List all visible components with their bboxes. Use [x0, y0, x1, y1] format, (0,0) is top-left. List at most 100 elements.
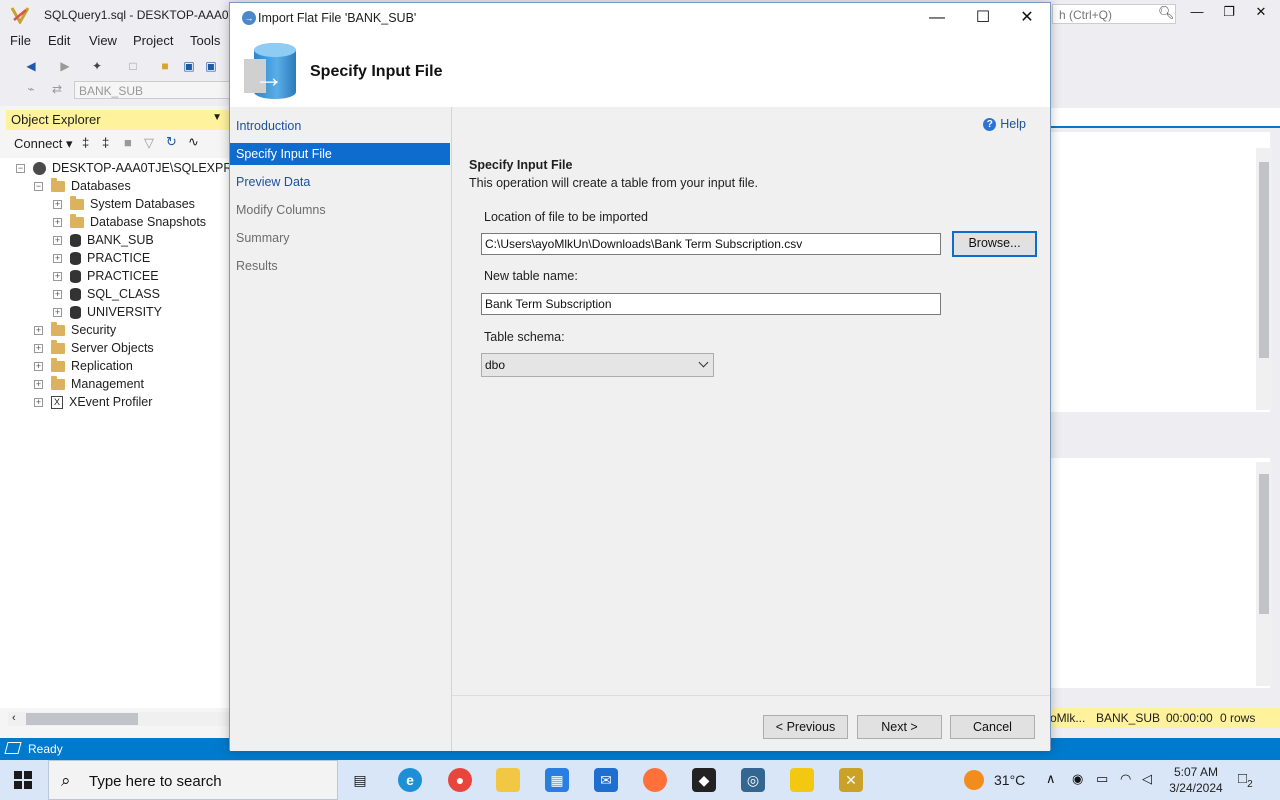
- ssms-minimize-button[interactable]: —: [1182, 4, 1212, 26]
- activity-monitor-icon[interactable]: ∿: [188, 134, 199, 150]
- taskbar-search[interactable]: ⌕ Type here to search: [48, 760, 338, 800]
- ssms-close-button[interactable]: ✕: [1246, 4, 1276, 26]
- tree-node-replication[interactable]: + Replication: [34, 357, 133, 375]
- tree-node-practice[interactable]: + PRACTICE: [53, 249, 150, 267]
- refresh-icon[interactable]: ↻: [166, 134, 177, 150]
- browse-button[interactable]: Browse...: [952, 231, 1037, 257]
- object-explorer-hscrollbar[interactable]: ‹: [8, 712, 230, 726]
- weather-temperature[interactable]: 31°C: [994, 772, 1025, 788]
- dialog-close-button[interactable]: ✕: [1004, 7, 1050, 29]
- start-button[interactable]: [14, 771, 32, 789]
- expand-icon[interactable]: +: [53, 217, 62, 227]
- scroll-left-icon[interactable]: ‹: [12, 712, 16, 724]
- results-pane[interactable]: [1050, 458, 1270, 688]
- expand-icon[interactable]: +: [53, 253, 62, 263]
- expand-icon[interactable]: +: [53, 289, 62, 299]
- tree-node-databases[interactable]: − Databases: [34, 177, 131, 195]
- editor-vscrollbar[interactable]: [1256, 148, 1272, 410]
- expand-icon[interactable]: +: [34, 361, 43, 371]
- tree-node-server[interactable]: − DESKTOP-AAA0TJE\SQLEXPRESS: [16, 159, 257, 177]
- ssms-taskbar-icon[interactable]: ✕: [839, 768, 863, 792]
- next-button[interactable]: Next >: [857, 715, 942, 739]
- firefox-icon[interactable]: [643, 768, 667, 792]
- tree-node-server-objects[interactable]: + Server Objects: [34, 339, 154, 357]
- open-file-icon[interactable]: ■: [158, 59, 172, 73]
- security-shield-icon[interactable]: ◆: [692, 768, 716, 792]
- tree-node-system-databases[interactable]: + System Databases: [53, 195, 195, 213]
- tree-node-sql-class[interactable]: + SQL_CLASS: [53, 285, 160, 303]
- show-hidden-icons-icon[interactable]: ∧: [1046, 771, 1056, 787]
- table-schema-select[interactable]: dbo: [481, 353, 714, 377]
- expand-icon[interactable]: +: [53, 271, 62, 281]
- edge-icon[interactable]: e: [398, 768, 422, 792]
- plug-icon[interactable]: ⌁: [24, 82, 38, 96]
- filter-icon[interactable]: ▽: [144, 135, 154, 151]
- tree-node-practicee[interactable]: + PRACTICEE: [53, 267, 159, 285]
- scroll-thumb[interactable]: [1259, 162, 1269, 358]
- expand-icon[interactable]: +: [34, 379, 43, 389]
- chevron-down-icon[interactable]: ▼: [212, 112, 222, 123]
- taskbar-clock[interactable]: 5:07 AM 3/24/2024: [1164, 764, 1228, 796]
- notification-center-icon[interactable]: □2: [1238, 770, 1253, 790]
- collapse-icon[interactable]: −: [16, 163, 25, 173]
- power-bi-icon[interactable]: [790, 768, 814, 792]
- task-view-icon[interactable]: ▤: [348, 768, 372, 792]
- expand-icon[interactable]: +: [34, 325, 43, 335]
- tree-node-management[interactable]: + Management: [34, 375, 144, 393]
- volume-icon[interactable]: ◁: [1142, 771, 1152, 787]
- save-all-icon[interactable]: ▣: [204, 59, 218, 73]
- file-explorer-icon[interactable]: [496, 768, 520, 792]
- meet-now-icon[interactable]: ◉: [1072, 771, 1083, 787]
- connect-icon[interactable]: ‡: [82, 135, 89, 150]
- nav-step-introduction[interactable]: Introduction: [230, 115, 450, 137]
- nav-step-preview-data[interactable]: Preview Data: [230, 171, 450, 193]
- change-connection-icon[interactable]: ⇄: [50, 82, 64, 96]
- menu-project[interactable]: Project: [133, 33, 173, 48]
- battery-icon[interactable]: ▭: [1096, 771, 1108, 787]
- file-location-input[interactable]: C:\Users\ayoMlkUn\Downloads\Bank Term Su…: [481, 233, 941, 255]
- weather-icon[interactable]: [964, 770, 984, 790]
- menu-edit[interactable]: Edit: [48, 33, 70, 48]
- wifi-icon[interactable]: ◠: [1120, 771, 1131, 787]
- save-icon[interactable]: ▣: [182, 59, 196, 73]
- search-icon[interactable]: 🔍︎: [1158, 5, 1175, 21]
- tree-node-security[interactable]: + Security: [34, 321, 116, 339]
- database-selector[interactable]: BANK_SUB: [74, 81, 230, 99]
- tree-node-database-snapshots[interactable]: + Database Snapshots: [53, 213, 206, 231]
- forward-icon[interactable]: ▶: [58, 59, 72, 73]
- query-editor[interactable]: [1050, 132, 1270, 412]
- connect-button[interactable]: Connect ▾: [14, 136, 73, 152]
- previous-button[interactable]: < Previous: [763, 715, 848, 739]
- nav-step-specify-input-file[interactable]: Specify Input File: [230, 143, 450, 165]
- stop-icon[interactable]: ■: [124, 135, 132, 150]
- tree-node-bank-sub[interactable]: + BANK_SUB: [53, 231, 154, 249]
- menu-tools[interactable]: Tools: [190, 33, 220, 48]
- expand-icon[interactable]: +: [53, 235, 62, 245]
- dialog-maximize-button[interactable]: ☐: [960, 7, 1006, 29]
- scroll-thumb[interactable]: [26, 713, 138, 725]
- menu-view[interactable]: View: [89, 33, 117, 48]
- help-link[interactable]: ? Help: [983, 117, 1026, 131]
- ssms-restore-button[interactable]: ❐: [1214, 4, 1244, 26]
- expand-icon[interactable]: +: [34, 397, 43, 407]
- add-item-icon[interactable]: □: [126, 59, 140, 73]
- dialog-minimize-button[interactable]: —: [914, 7, 960, 29]
- postgresql-icon[interactable]: ◎: [741, 768, 765, 792]
- expand-icon[interactable]: +: [53, 307, 62, 317]
- table-name-input[interactable]: Bank Term Subscription: [481, 293, 941, 315]
- collapse-icon[interactable]: −: [34, 181, 43, 191]
- new-project-icon[interactable]: ✦: [90, 59, 104, 73]
- tree-node-university[interactable]: + UNIVERSITY: [53, 303, 162, 321]
- menu-file[interactable]: File: [10, 33, 31, 48]
- results-vscrollbar[interactable]: [1256, 462, 1272, 686]
- tree-node-xevent-profiler[interactable]: + X XEvent Profiler: [34, 393, 152, 411]
- expand-icon[interactable]: +: [34, 343, 43, 353]
- disconnect-icon[interactable]: ‡: [102, 135, 109, 150]
- scroll-thumb[interactable]: [1259, 474, 1269, 614]
- expand-icon[interactable]: +: [53, 199, 62, 209]
- back-icon[interactable]: ◀: [24, 59, 38, 73]
- cancel-button[interactable]: Cancel: [950, 715, 1035, 739]
- store-icon[interactable]: ▦: [545, 768, 569, 792]
- chrome-icon[interactable]: ●: [448, 768, 472, 792]
- mail-icon[interactable]: ✉: [594, 768, 618, 792]
